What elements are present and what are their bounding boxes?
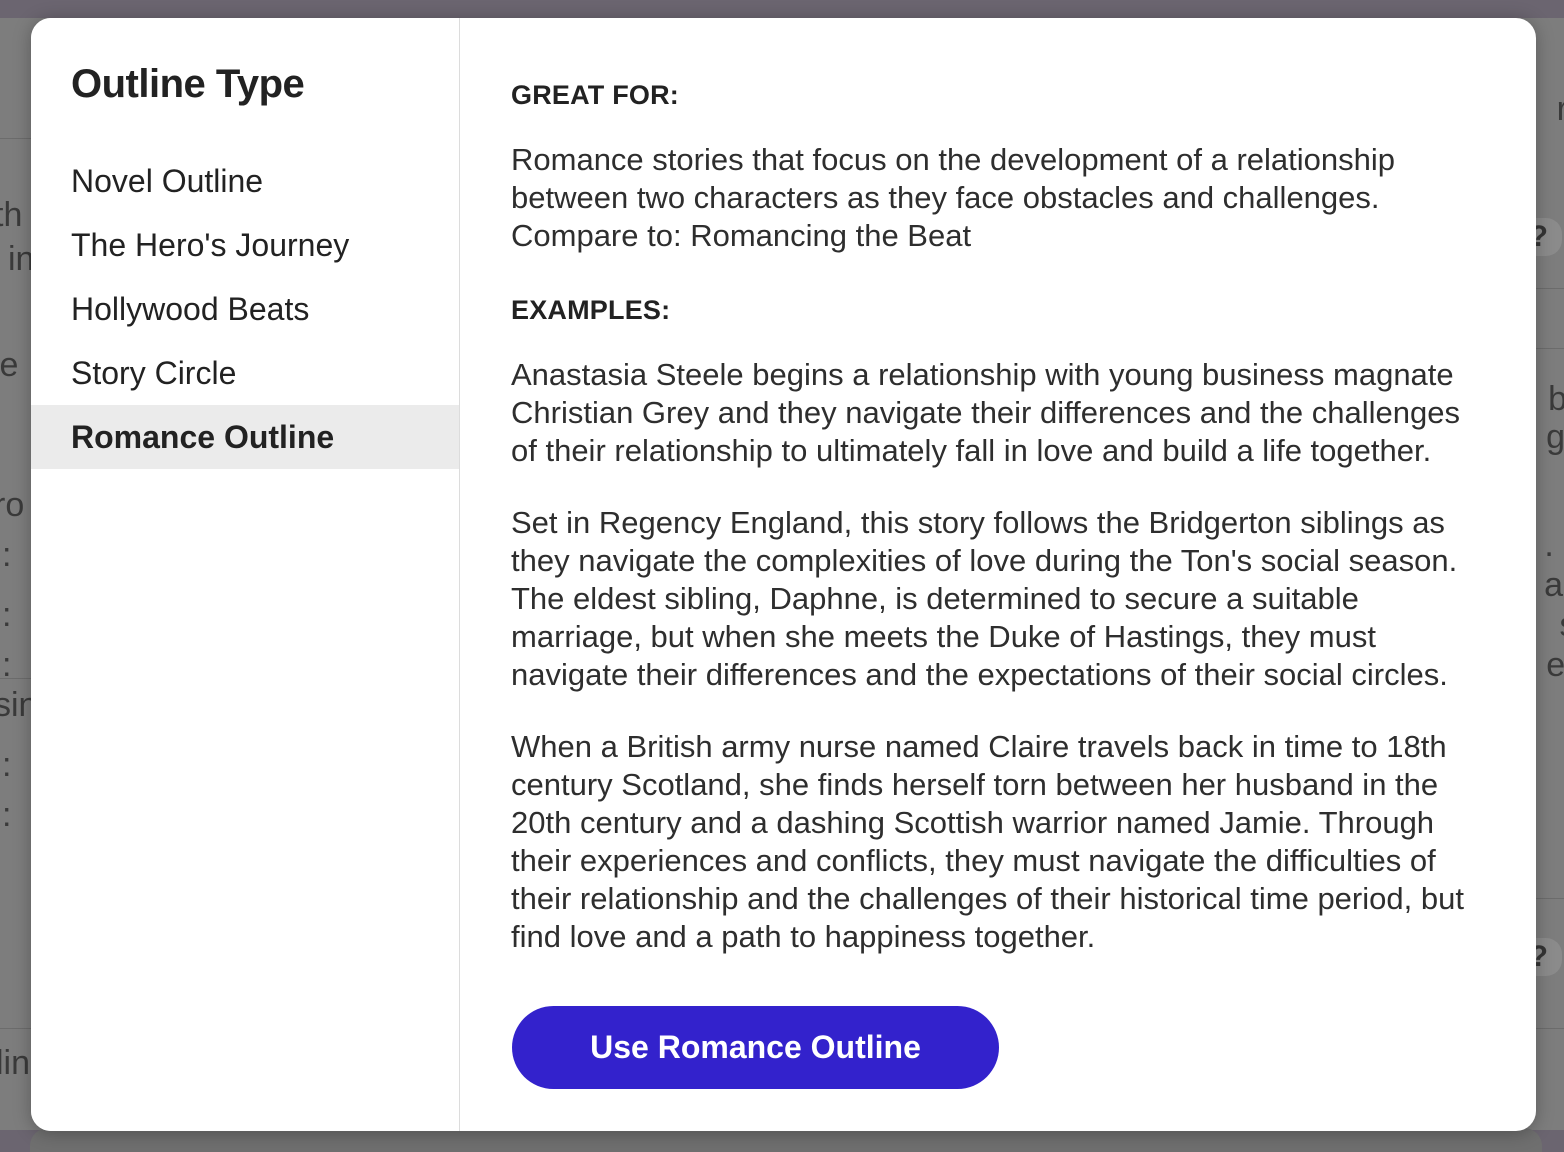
background-text-fragment: lin [0, 1044, 31, 1082]
example-paragraph-3: When a British army nurse named Claire t… [511, 729, 1464, 954]
cta-container: Use Romance Outline [511, 1006, 1504, 1089]
sidebar-item-novel-outline[interactable]: Novel Outline [31, 149, 459, 213]
great-for-heading: GREAT FOR: [511, 80, 679, 110]
outline-detail-pane: GREAT FOR: Romance stories that focus on… [460, 18, 1536, 1131]
background-text-fragment: : [2, 796, 12, 834]
use-romance-outline-button[interactable]: Use Romance Outline [512, 1006, 999, 1089]
outline-type-sidebar: Outline Type Novel Outline The Hero's Jo… [31, 18, 460, 1131]
background-text-fragment: by [1548, 380, 1564, 418]
background-text-fragment: : [2, 646, 12, 684]
sidebar-item-hollywood-beats[interactable]: Hollywood Beats [31, 277, 459, 341]
great-for-body: Romance stories that focus on the develo… [511, 142, 1396, 253]
background-text-fragment: : [2, 536, 12, 574]
background-text-fragment: ap [1544, 566, 1564, 604]
sidebar-item-the-heros-journey[interactable]: The Hero's Journey [31, 213, 459, 277]
background-text-fragment: te [0, 346, 19, 384]
sidebar-item-romance-outline[interactable]: Romance Outline [31, 405, 459, 469]
background-text-fragment: th [0, 196, 23, 234]
background-text-fragment: e f [1546, 646, 1564, 684]
sidebar-item-story-circle[interactable]: Story Circle [31, 341, 459, 405]
background-text-fragment: r [1556, 90, 1564, 128]
outline-type-modal: Outline Type Novel Outline The Hero's Jo… [31, 18, 1536, 1131]
outline-type-list: Novel Outline The Hero's Journey Hollywo… [31, 149, 459, 469]
background-text-fragment: si [1559, 606, 1564, 644]
background-text-fragment: ro [0, 486, 25, 524]
background-text-fragment: : [2, 596, 12, 634]
examples-heading: EXAMPLES: [511, 295, 671, 325]
page-title: Outline Type [71, 62, 305, 106]
example-paragraph-1: Anastasia Steele begins a relationship w… [511, 357, 1460, 468]
background-text-fragment: gh [1546, 418, 1564, 456]
background-text-fragment: : [2, 746, 12, 784]
example-paragraph-2: Set in Regency England, this story follo… [511, 505, 1458, 692]
background-bottom-bar [30, 1128, 1542, 1152]
background-text-fragment: . B [1544, 526, 1564, 564]
